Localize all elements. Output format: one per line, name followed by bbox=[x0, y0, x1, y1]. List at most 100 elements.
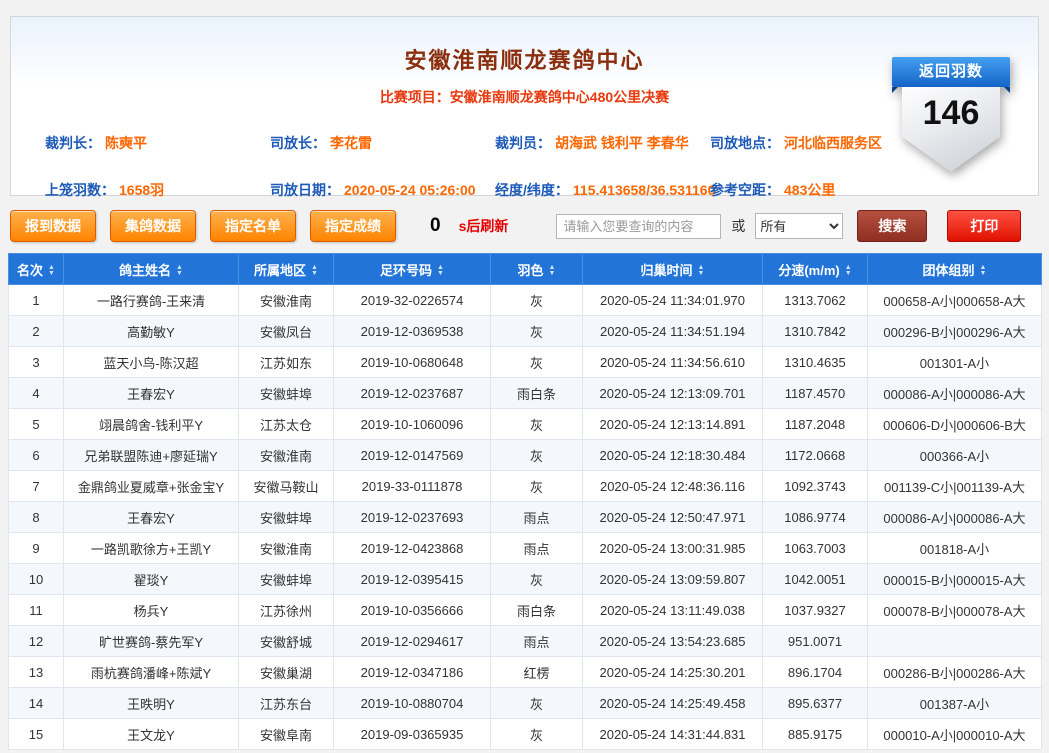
column-header-team-group[interactable]: 团体组别▲▼ bbox=[868, 254, 1042, 285]
cell-owner: 雨杭赛鸽潘峰+陈斌Y bbox=[64, 657, 239, 688]
cell-team-group: 001818-A小 bbox=[868, 533, 1042, 564]
print-button[interactable]: 打印 bbox=[947, 210, 1021, 242]
search-input[interactable] bbox=[556, 214, 721, 239]
cell-rank: 4 bbox=[9, 378, 64, 409]
cell-rank: 14 bbox=[9, 688, 64, 719]
sort-icon[interactable]: ▲▼ bbox=[549, 265, 556, 277]
cell-rank: 2 bbox=[9, 316, 64, 347]
cell-feather-color: 灰 bbox=[491, 688, 583, 719]
cell-team-group: 001139-C小|001139-A大 bbox=[868, 471, 1042, 502]
cell-rank: 5 bbox=[9, 409, 64, 440]
info-label: 裁判长： bbox=[45, 135, 101, 151]
column-header-feather-color[interactable]: 羽色 ▲▼ bbox=[491, 254, 583, 285]
sort-icon[interactable]: ▲▼ bbox=[311, 265, 318, 277]
cell-region: 安徽淮南 bbox=[239, 533, 334, 564]
cell-team-group: 000015-B小|000015-A大 bbox=[868, 564, 1042, 595]
table-row: 3蓝天小鸟-陈汉超江苏如东2019-10-0680648灰2020-05-24 … bbox=[9, 347, 1042, 378]
cell-team-group: 000010-A小|000010-A大 bbox=[868, 719, 1042, 750]
column-label: 鸽主姓名 bbox=[119, 263, 171, 278]
sort-icon[interactable]: ▲▼ bbox=[176, 265, 183, 277]
basketing-data-button[interactable]: 集鸽数据 bbox=[110, 210, 196, 242]
cell-speed: 1037.9327 bbox=[763, 595, 868, 626]
race-info-grid: 裁判长：陈奭平 司放长：李花雷 裁判员：胡海武 钱利平 李春华 司放地点：河北临… bbox=[45, 133, 895, 200]
info-value: 1658羽 bbox=[119, 182, 164, 198]
cell-team-group: 000086-A小|000086-A大 bbox=[868, 378, 1042, 409]
column-header-speed[interactable]: 分速(m/m) ▲▼ bbox=[763, 254, 868, 285]
cell-team-group: 000658-A小|000658-A大 bbox=[868, 285, 1042, 316]
column-label: 羽色 bbox=[518, 263, 544, 278]
cell-speed: 1086.9774 bbox=[763, 502, 868, 533]
nominated-list-button[interactable]: 指定名单 bbox=[210, 210, 296, 242]
sort-icon[interactable]: ▲▼ bbox=[698, 265, 705, 277]
nominated-results-button[interactable]: 指定成绩 bbox=[310, 210, 396, 242]
cell-arrival-time: 2020-05-24 11:34:01.970 bbox=[583, 285, 763, 316]
column-header-owner[interactable]: 鸽主姓名 ▲▼ bbox=[64, 254, 239, 285]
info-value: 胡海武 钱利平 李春华 bbox=[555, 135, 689, 151]
column-label: 分速(m/m) bbox=[778, 263, 839, 278]
results-table: 名次 ▲▼ 鸽主姓名 ▲▼ 所属地区▲▼ 足环号码▲▼ 羽色 ▲▼ 归巢时间 ▲▼ 分速… bbox=[8, 253, 1042, 750]
cell-region: 安徽阜南 bbox=[239, 719, 334, 750]
column-label: 归巢时间 bbox=[641, 263, 693, 278]
cell-owner: 一路行赛鸽-王来清 bbox=[64, 285, 239, 316]
cell-owner: 一路凯歌徐方+王凯Y bbox=[64, 533, 239, 564]
info-label: 经度/纬度： bbox=[495, 182, 569, 198]
sort-icon[interactable]: ▲▼ bbox=[980, 265, 987, 277]
sort-down-icon: ▼ bbox=[48, 271, 55, 277]
cell-feather-color: 灰 bbox=[491, 564, 583, 595]
cell-team-group: 000366-A小 bbox=[868, 440, 1042, 471]
cell-ring-number: 2019-12-0347186 bbox=[334, 657, 491, 688]
cell-arrival-time: 2020-05-24 13:11:49.038 bbox=[583, 595, 763, 626]
sort-down-icon: ▼ bbox=[549, 271, 556, 277]
cell-region: 安徽舒城 bbox=[239, 626, 334, 657]
cell-ring-number: 2019-12-0237687 bbox=[334, 378, 491, 409]
cell-feather-color: 灰 bbox=[491, 409, 583, 440]
cell-region: 江苏太仓 bbox=[239, 409, 334, 440]
sort-down-icon: ▼ bbox=[845, 271, 852, 277]
cell-owner: 旷世赛鸽-蔡先军Y bbox=[64, 626, 239, 657]
sort-icon[interactable]: ▲▼ bbox=[48, 265, 55, 277]
cell-owner: 金鼎鸽业夏威章+张金宝Y bbox=[64, 471, 239, 502]
cell-arrival-time: 2020-05-24 13:09:59.807 bbox=[583, 564, 763, 595]
cell-rank: 13 bbox=[9, 657, 64, 688]
sort-icon[interactable]: ▲▼ bbox=[437, 265, 444, 277]
cell-owner: 翟琰Y bbox=[64, 564, 239, 595]
column-header-arrival-time[interactable]: 归巢时间 ▲▼ bbox=[583, 254, 763, 285]
column-header-region[interactable]: 所属地区▲▼ bbox=[239, 254, 334, 285]
info-chief-judge: 裁判长：陈奭平 bbox=[45, 133, 270, 153]
table-row: 5翊晨鸽舍-钱利平Y江苏太仓2019-10-1060096灰2020-05-24… bbox=[9, 409, 1042, 440]
cell-ring-number: 2019-12-0369538 bbox=[334, 316, 491, 347]
cell-ring-number: 2019-12-0237693 bbox=[334, 502, 491, 533]
column-header-rank[interactable]: 名次 ▲▼ bbox=[9, 254, 64, 285]
cell-speed: 1042.0051 bbox=[763, 564, 868, 595]
cell-feather-color: 雨点 bbox=[491, 502, 583, 533]
cell-ring-number: 2019-12-0395415 bbox=[334, 564, 491, 595]
search-button[interactable]: 搜索 bbox=[857, 210, 927, 242]
cell-speed: 885.9175 bbox=[763, 719, 868, 750]
cell-ring-number: 2019-10-0880704 bbox=[334, 688, 491, 719]
column-label: 名次 bbox=[17, 263, 43, 278]
cell-region: 安徽蚌埠 bbox=[239, 564, 334, 595]
cell-ring-number: 2019-12-0423868 bbox=[334, 533, 491, 564]
header-card: 安徽淮南顺龙赛鸽中心 比赛项目：安徽淮南顺龙赛鸽中心480公里决赛 裁判长：陈奭… bbox=[10, 16, 1039, 196]
cell-speed: 1187.2048 bbox=[763, 409, 868, 440]
cell-team-group: 000296-B小|000296-A大 bbox=[868, 316, 1042, 347]
info-basketed-count: 上笼羽数：1658羽 bbox=[45, 180, 270, 200]
race-subtitle: 比赛项目：安徽淮南顺龙赛鸽中心480公里决赛 bbox=[11, 87, 1038, 107]
cell-feather-color: 红楞 bbox=[491, 657, 583, 688]
column-header-ring-number[interactable]: 足环号码▲▼ bbox=[334, 254, 491, 285]
cell-team-group bbox=[868, 626, 1042, 657]
info-value: 陈奭平 bbox=[105, 135, 147, 151]
info-judges: 裁判员：胡海武 钱利平 李春华 bbox=[495, 133, 710, 153]
cell-team-group: 000078-B小|000078-A大 bbox=[868, 595, 1042, 626]
sort-down-icon: ▼ bbox=[437, 271, 444, 277]
cell-team-group: 000606-D小|000606-B大 bbox=[868, 409, 1042, 440]
cell-ring-number: 2019-10-0356666 bbox=[334, 595, 491, 626]
sort-icon[interactable]: ▲▼ bbox=[845, 265, 852, 277]
filter-select[interactable]: 所有 bbox=[755, 213, 843, 239]
cell-owner: 高勤敏Y bbox=[64, 316, 239, 347]
cell-arrival-time: 2020-05-24 14:25:49.458 bbox=[583, 688, 763, 719]
table-row: 14王昳明Y江苏东台2019-10-0880704灰2020-05-24 14:… bbox=[9, 688, 1042, 719]
cell-ring-number: 2019-33-0111878 bbox=[334, 471, 491, 502]
cell-team-group: 001301-A小 bbox=[868, 347, 1042, 378]
checkin-data-button[interactable]: 报到数据 bbox=[10, 210, 96, 242]
